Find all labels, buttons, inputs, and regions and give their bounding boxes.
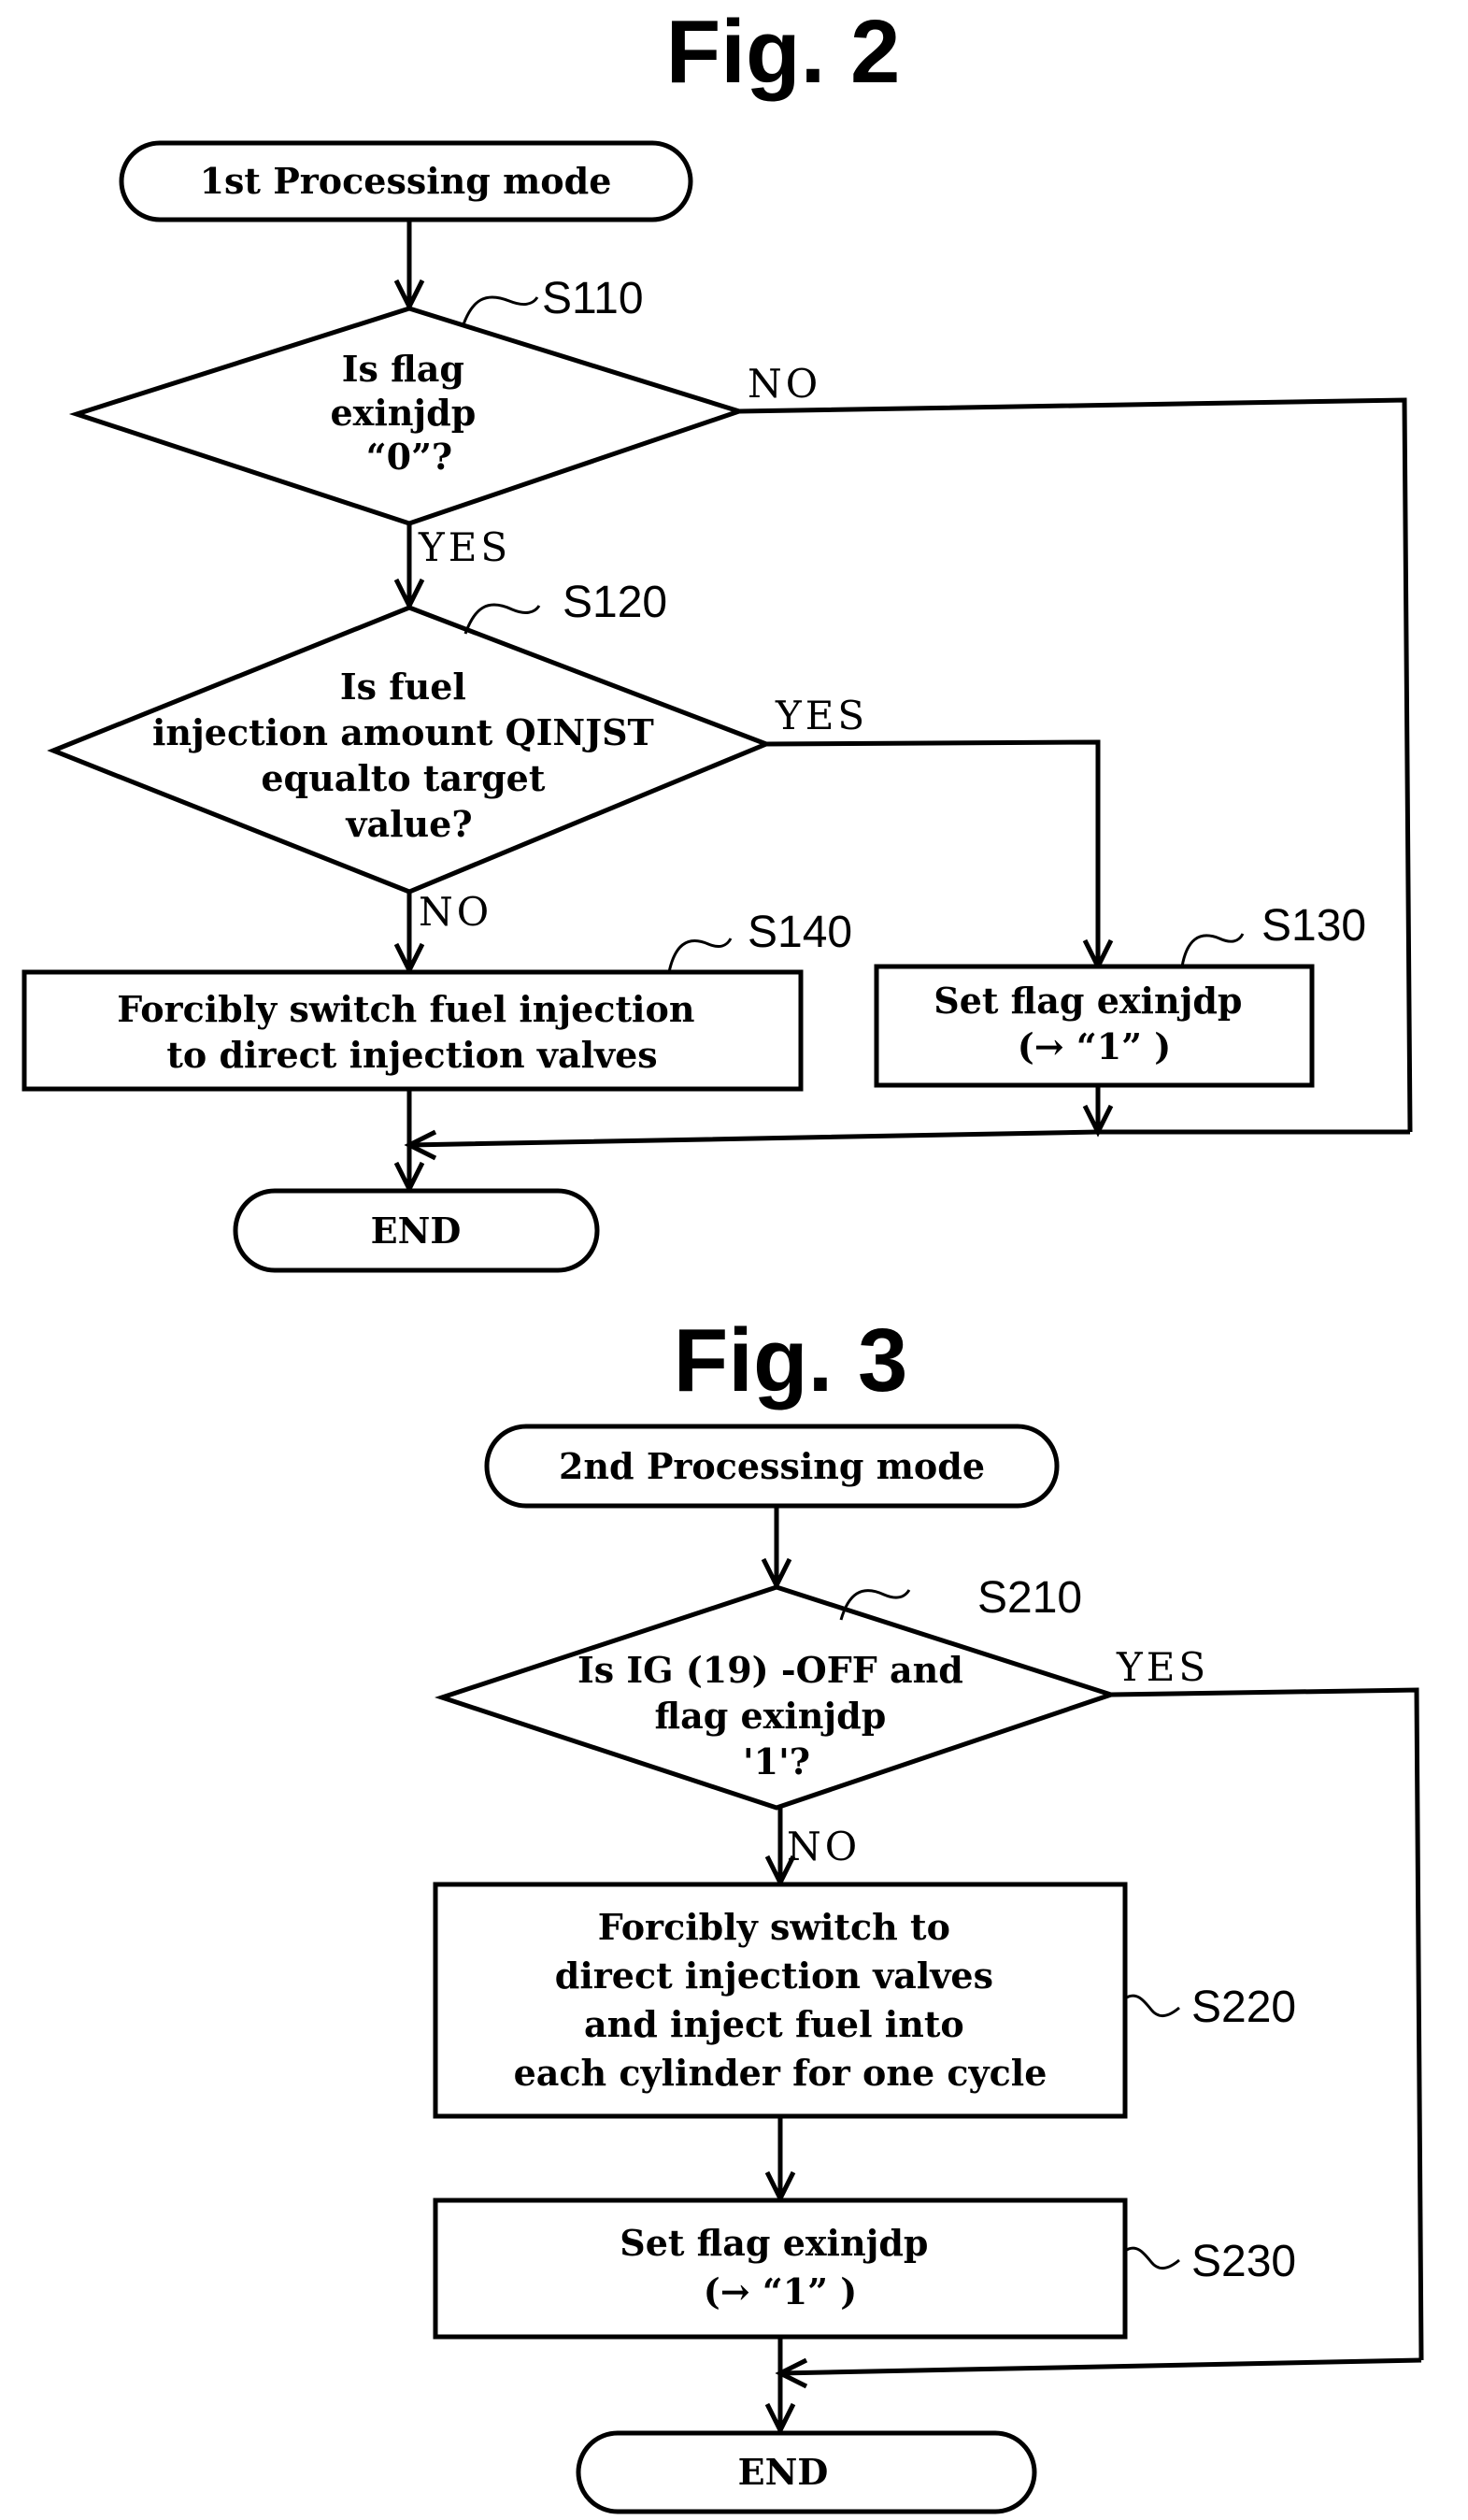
decision-s210-line-3: '1'? [743, 1740, 810, 1783]
branch-label-no-s210: NO [787, 1824, 861, 1869]
figure-3-title: Fig. 3 [674, 1310, 908, 1410]
decision-s110-line-1: Is flag [342, 348, 464, 390]
decision-s210-line-2: flag exinjdp [654, 1695, 886, 1737]
step-leader-s230 [1124, 2246, 1180, 2269]
end-terminal-fig3: END [576, 2430, 1037, 2514]
process-s140: Forcibly switch fuel injection to direct… [21, 908, 852, 1092]
step-leader-s140 [667, 938, 733, 973]
branch-label-yes-s110: YES [418, 524, 511, 570]
process-s230: Set flag exinjdp (→ “1” ) S230 [433, 2198, 1296, 2340]
decision-s120-line-3: equalto target [261, 757, 546, 799]
decision-s120-line-1: Is fuel [340, 666, 466, 708]
branch-label-no-s110: NO [748, 361, 821, 407]
connector-merge-fig2 [408, 1129, 1410, 1148]
branch-label-yes-s120: YES [775, 693, 868, 738]
process-s130-line-2: (→ “1” ) [1018, 1025, 1171, 1067]
step-label-s130: S130 [1261, 901, 1366, 951]
figure-2: Fig. 2 1st Processing mode Is flag exinj… [21, 2, 1413, 1273]
end-terminal-label: END [371, 1210, 462, 1252]
flowchart-canvas: Fig. 2 1st Processing mode Is flag exinj… [21, 2, 1424, 2514]
branch-label-yes-s210: YES [1116, 1644, 1209, 1690]
process-s220-line-3: and inject fuel into [584, 2003, 964, 2045]
decision-s120-line-2: injection amount QINJST [152, 711, 654, 753]
process-s220-line-1: Forcibly switch to [598, 1906, 950, 1948]
process-s130: Set flag exinjdp (→ “1” ) S130 [874, 901, 1366, 1088]
end-terminal-fig2: END [233, 1188, 600, 1273]
process-s230-line-2: (→ “1” ) [704, 2270, 857, 2312]
branch-label-no-s120: NO [419, 889, 492, 935]
decision-s210-line-1: Is IG (19) -OFF and [577, 1649, 963, 1691]
decision-s110-line-2: exinjdp [330, 392, 476, 434]
decision-s120: Is fuel injection amount QINJST equalto … [47, 578, 773, 895]
start-terminal-fig2: 1st Processing mode [119, 140, 693, 222]
decision-s210: Is IG (19) -OFF and flag exinjdp '1'? S2… [435, 1573, 1119, 1811]
process-s220-line-2: direct injection valves [555, 1954, 993, 1997]
decision-s120-line-4: value? [345, 803, 472, 845]
step-label-s220: S220 [1191, 1983, 1296, 2032]
process-s140-line-1: Forcibly switch fuel injection [117, 988, 694, 1030]
process-s140-line-2: to direct injection valves [166, 1034, 657, 1076]
process-s220: Forcibly switch to direct injection valv… [433, 1882, 1296, 2119]
process-s130-line-1: Set flag exinjdp [934, 980, 1242, 1022]
step-label-s110: S110 [542, 274, 644, 323]
figure-2-title: Fig. 2 [666, 2, 901, 102]
step-leader-s110 [461, 295, 539, 328]
decision-s110: Is flag exinjdp “0”? S110 [68, 274, 748, 526]
connector-merge-fig3 [779, 2357, 1422, 2376]
step-leader-s130 [1180, 933, 1245, 967]
step-label-s210: S210 [977, 1573, 1082, 1623]
end-terminal-label: END [738, 2451, 829, 2493]
step-leader-s220 [1124, 1994, 1180, 2017]
process-s230-line-1: Set flag exinjdp [620, 2222, 928, 2264]
step-label-s140: S140 [748, 908, 852, 957]
step-label-s120: S120 [563, 578, 667, 627]
decision-s110-line-3: “0”? [366, 436, 452, 478]
start-terminal-label: 1st Processing mode [200, 160, 612, 202]
step-leader-s120 [463, 603, 541, 635]
step-label-s230: S230 [1191, 2237, 1296, 2286]
start-terminal-fig3: 2nd Processing mode [484, 1424, 1060, 1509]
process-s220-line-4: each cylinder for one cycle [514, 2052, 1048, 2094]
process-box-s230 [433, 2198, 1128, 2340]
figure-3: Fig. 3 2nd Processing mode Is IG (19) -O… [433, 1310, 1424, 2514]
start-terminal-label: 2nd Processing mode [559, 1445, 985, 1487]
